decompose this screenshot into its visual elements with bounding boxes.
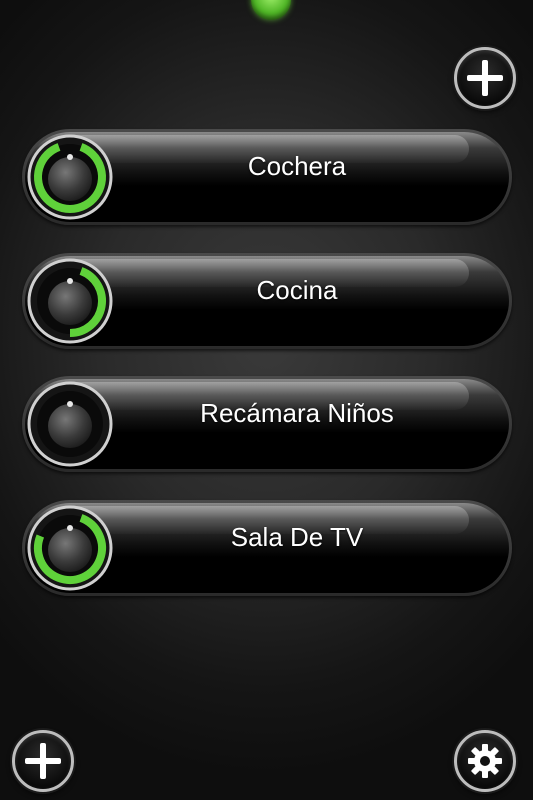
room-button-cocina[interactable]: Cocina (22, 253, 512, 349)
room-button-recamara-ninos[interactable]: Recámara Niños (22, 376, 512, 472)
dimmer-knob-icon (27, 258, 113, 344)
room-button-sala-de-tv[interactable]: Sala De TV (22, 500, 512, 596)
plus-icon (467, 60, 503, 96)
room-label: Recámara Niños (200, 398, 394, 428)
gear-icon (468, 744, 502, 778)
room-label: Cochera (247, 151, 347, 181)
room-label: Sala De TV (230, 522, 364, 552)
dimmer-knob-icon (27, 381, 113, 467)
dimmer-knob-icon (27, 134, 113, 220)
room-button-cochera[interactable]: Cochera (22, 129, 512, 225)
room-label: Cocina (256, 275, 338, 305)
settings-button[interactable] (454, 730, 516, 792)
status-led (251, 0, 291, 20)
add-room-button-top[interactable] (454, 47, 516, 109)
dimmer-knob-icon (27, 505, 113, 591)
add-room-button-bottom[interactable] (12, 730, 74, 792)
plus-icon (25, 743, 61, 779)
